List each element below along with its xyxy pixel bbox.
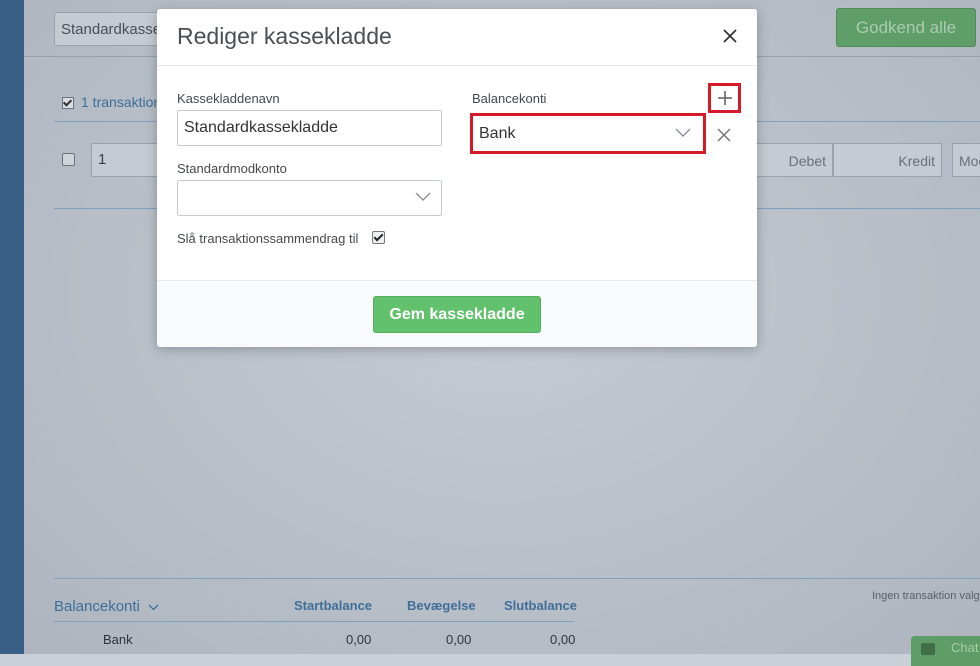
divider [54,621,574,622]
divider [54,578,980,579]
balance-row-start: 0,00 [346,632,372,647]
summary-toggle-checkbox[interactable] [372,231,385,244]
col-slutbalance: Slutbalance [504,598,577,613]
chevron-down-icon [148,604,159,610]
balance-account-select[interactable]: Bank [473,116,703,151]
row-checkbox[interactable] [62,153,75,166]
balance-row-end: 0,00 [550,632,576,647]
remove-icon[interactable] [716,127,732,143]
chat-button[interactable]: Chat [911,636,980,666]
approve-all-button[interactable]: Godkend alle [836,8,976,47]
close-icon[interactable] [721,27,739,45]
no-transaction-text: Ingen transaktion valgt [872,590,980,602]
balance-account-value: Bank [479,125,516,142]
modkonto-input[interactable]: Modkonto [952,143,980,177]
chat-icon [921,643,935,655]
transactions-count: 1 transaktion [81,94,162,110]
balance-accounts-header[interactable]: Balancekonti [54,598,159,615]
balance-accounts-title: Balancekonti [54,598,140,615]
dialog-header: Rediger kassekladde [157,9,757,66]
summary-toggle-label: Slå transaktionssammendrag til [177,231,359,246]
checkbox-icon[interactable] [62,97,74,110]
counter-account-label: Standardmodkonto [177,161,287,176]
edit-journal-dialog: Rediger kassekladde Kassekladdenavn Stan… [157,9,757,347]
journal-name-label: Kassekladdenavn [177,91,280,106]
journal-name-input[interactable] [177,110,442,146]
chevron-down-icon [415,192,431,201]
counter-account-select[interactable] [177,180,442,216]
kredit-input[interactable]: Kredit [833,143,942,177]
plus-icon[interactable] [717,90,733,106]
left-rail [0,0,24,654]
col-startbalance: Startbalance [294,598,373,613]
balance-row-account: Bank [103,632,133,647]
chevron-down-icon [675,128,691,137]
balance-accounts-label: Balancekonti [472,91,547,106]
save-journal-button[interactable]: Gem kassekladde [373,296,541,333]
transactions-toggle[interactable]: 1 transaktion [62,94,161,110]
col-bevaegelse: Bevægelse [407,598,476,613]
dialog-title: Rediger kassekladde [177,23,392,49]
chat-label: Chat [951,640,979,655]
row-number-input[interactable]: 1 [91,143,161,177]
dialog-footer: Gem kassekladde [157,280,757,347]
debet-input[interactable]: Debet [757,143,833,177]
balance-row-movement: 0,00 [446,632,472,647]
